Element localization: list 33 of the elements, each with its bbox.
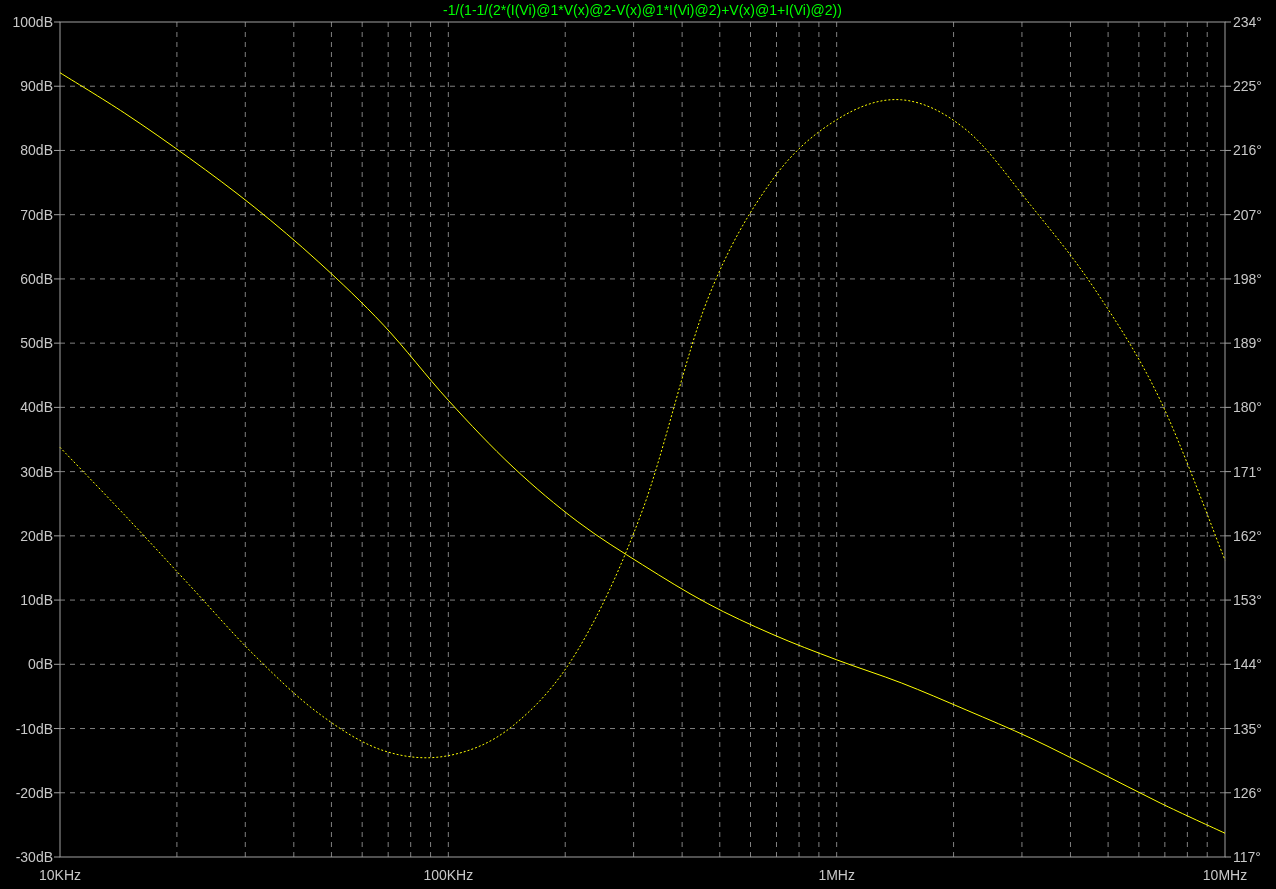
axis-label: 90dB	[20, 78, 53, 95]
axis-label: 234°	[1233, 14, 1262, 30]
axis-label: 40dB	[20, 399, 53, 416]
axis-label: 153°	[1233, 592, 1262, 609]
axis-label: 198°	[1233, 270, 1262, 287]
axis-label: 10MHz	[1202, 867, 1248, 883]
axis-label: 135°	[1233, 720, 1262, 737]
axis-label: 0dB	[28, 656, 53, 673]
axis-label: 189°	[1233, 335, 1262, 352]
axis-label: 1MHz	[818, 867, 855, 883]
axis-label: 117°	[1233, 849, 1261, 865]
axis-label: 171°	[1233, 463, 1262, 480]
axis-label: 10dB	[20, 592, 53, 609]
axis-label: 80dB	[20, 142, 53, 159]
axis-label: 30dB	[20, 463, 53, 480]
axis-label: 126°	[1233, 784, 1262, 801]
axis-label: 60dB	[20, 270, 53, 287]
axis-label: -10dB	[15, 720, 53, 737]
axis-label: -20dB	[15, 784, 53, 801]
axis-label: 225°	[1233, 78, 1262, 95]
axis-label: 20dB	[20, 527, 53, 544]
axis-label: 162°	[1233, 527, 1262, 544]
axis-label: 144°	[1233, 656, 1262, 673]
axis-label: 207°	[1233, 206, 1262, 223]
axis-label: 10KHz	[39, 867, 81, 883]
axis-label: 180°	[1233, 399, 1262, 416]
axis-label: 100KHz	[423, 867, 474, 883]
chart-title: -1/(1-1/(2*(I(Vi)@1*V(x)@2-V(x)@1*I(Vi)@2)+V(x)@1+I(Vi)@2))	[443, 2, 842, 18]
axis-label: 216°	[1233, 142, 1262, 159]
axis-label: 100dB	[12, 14, 53, 30]
axis-label: 50dB	[20, 335, 53, 352]
axis-label: 70dB	[20, 206, 53, 223]
axis-label: -30dB	[15, 849, 53, 865]
